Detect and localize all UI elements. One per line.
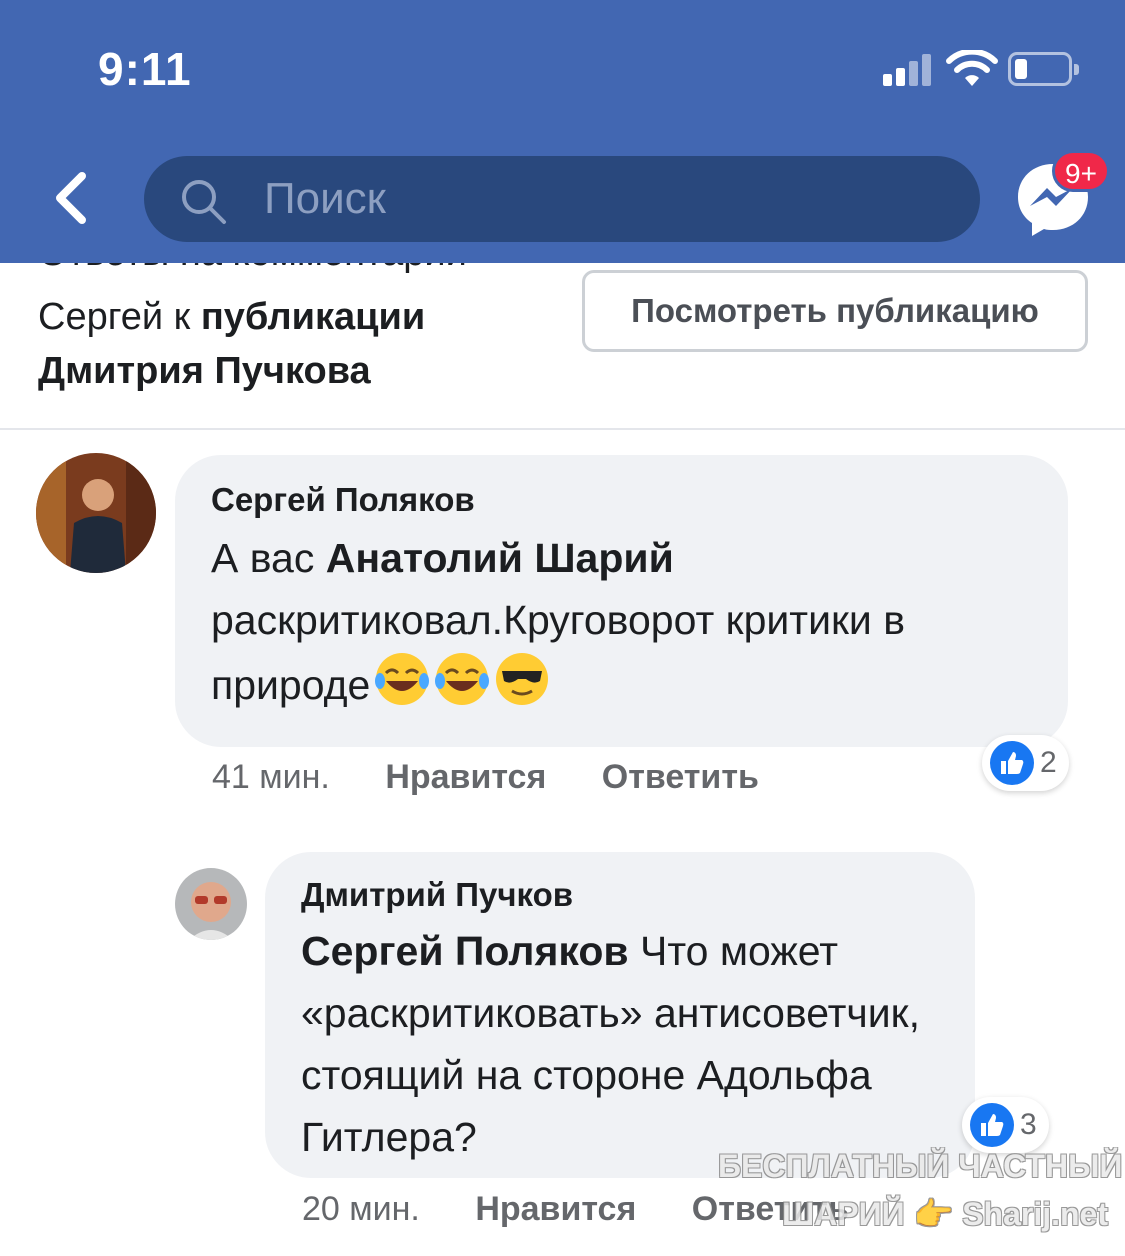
comment-text-prefix: А вас (211, 535, 326, 581)
mention-link[interactable]: Анатолий Шарий (326, 535, 674, 581)
battery-icon (1008, 52, 1079, 86)
top-bar: 9:11 Поиск 9+ (0, 0, 1125, 263)
context-prefix: Сергей к (38, 296, 201, 338)
post-context: Сергей к публикации Дмитрия Пучкова (38, 290, 558, 398)
view-post-button[interactable]: Посмотреть публикацию (582, 270, 1088, 352)
reply-button[interactable]: Ответить (602, 758, 759, 796)
search-placeholder: Поиск (264, 174, 386, 223)
like-button[interactable]: Нравится (385, 758, 546, 796)
watermark: БЕСПЛАТНЫЙ ЧАСТНЫЙ ШАРИЙ 👉 Sharij.net (718, 1142, 1123, 1238)
tears-of-joy-emoji-icon (375, 653, 430, 705)
messenger-badge: 9+ (1052, 150, 1110, 192)
comment-text: А вас Анатолий Шарий раскритиковал.Круго… (211, 527, 1032, 716)
comment-author[interactable]: Дмитрий Пучков (301, 876, 939, 914)
reaction-count: 2 (1040, 746, 1057, 779)
watermark-line-2: ШАРИЙ 👉 Sharij.net (781, 1196, 1108, 1232)
avatar[interactable] (175, 868, 247, 940)
tears-of-joy-emoji-icon (435, 653, 490, 705)
sunglasses-emoji-icon (496, 653, 549, 705)
like-reaction-icon (970, 1103, 1014, 1147)
reaction-summary[interactable]: 2 (982, 735, 1069, 791)
comment-text-body: раскритиковал.Круговорот критики в приро… (211, 597, 905, 708)
like-reaction-icon (990, 741, 1034, 785)
status-time: 9:11 (98, 43, 192, 95)
comment-time: 20 мин. (302, 1190, 420, 1228)
comment-author[interactable]: Сергей Поляков (211, 481, 1032, 519)
wifi-icon (946, 50, 998, 86)
search-icon (182, 180, 226, 224)
comment-text: Сергей Поляков Что может «раскритиковать… (301, 920, 939, 1168)
comment-time: 41 мин. (212, 758, 330, 796)
like-button[interactable]: Нравится (475, 1190, 636, 1228)
cellular-signal-icon (883, 54, 935, 86)
back-arrow-icon[interactable] (48, 170, 96, 226)
comment-bubble: Дмитрий Пучков Сергей Поляков Что может … (265, 852, 975, 1178)
comment-meta: 41 мин. Нравится Ответить (212, 758, 759, 797)
divider (0, 428, 1125, 430)
mention-link[interactable]: Сергей Поляков (301, 928, 629, 974)
avatar[interactable] (36, 453, 156, 573)
reaction-count: 3 (1020, 1108, 1037, 1141)
watermark-line-1: БЕСПЛАТНЫЙ ЧАСТНЫЙ (718, 1148, 1123, 1184)
comment-bubble: Сергей Поляков А вас Анатолий Шарий раск… (175, 455, 1068, 747)
search-input[interactable]: Поиск (144, 156, 980, 242)
